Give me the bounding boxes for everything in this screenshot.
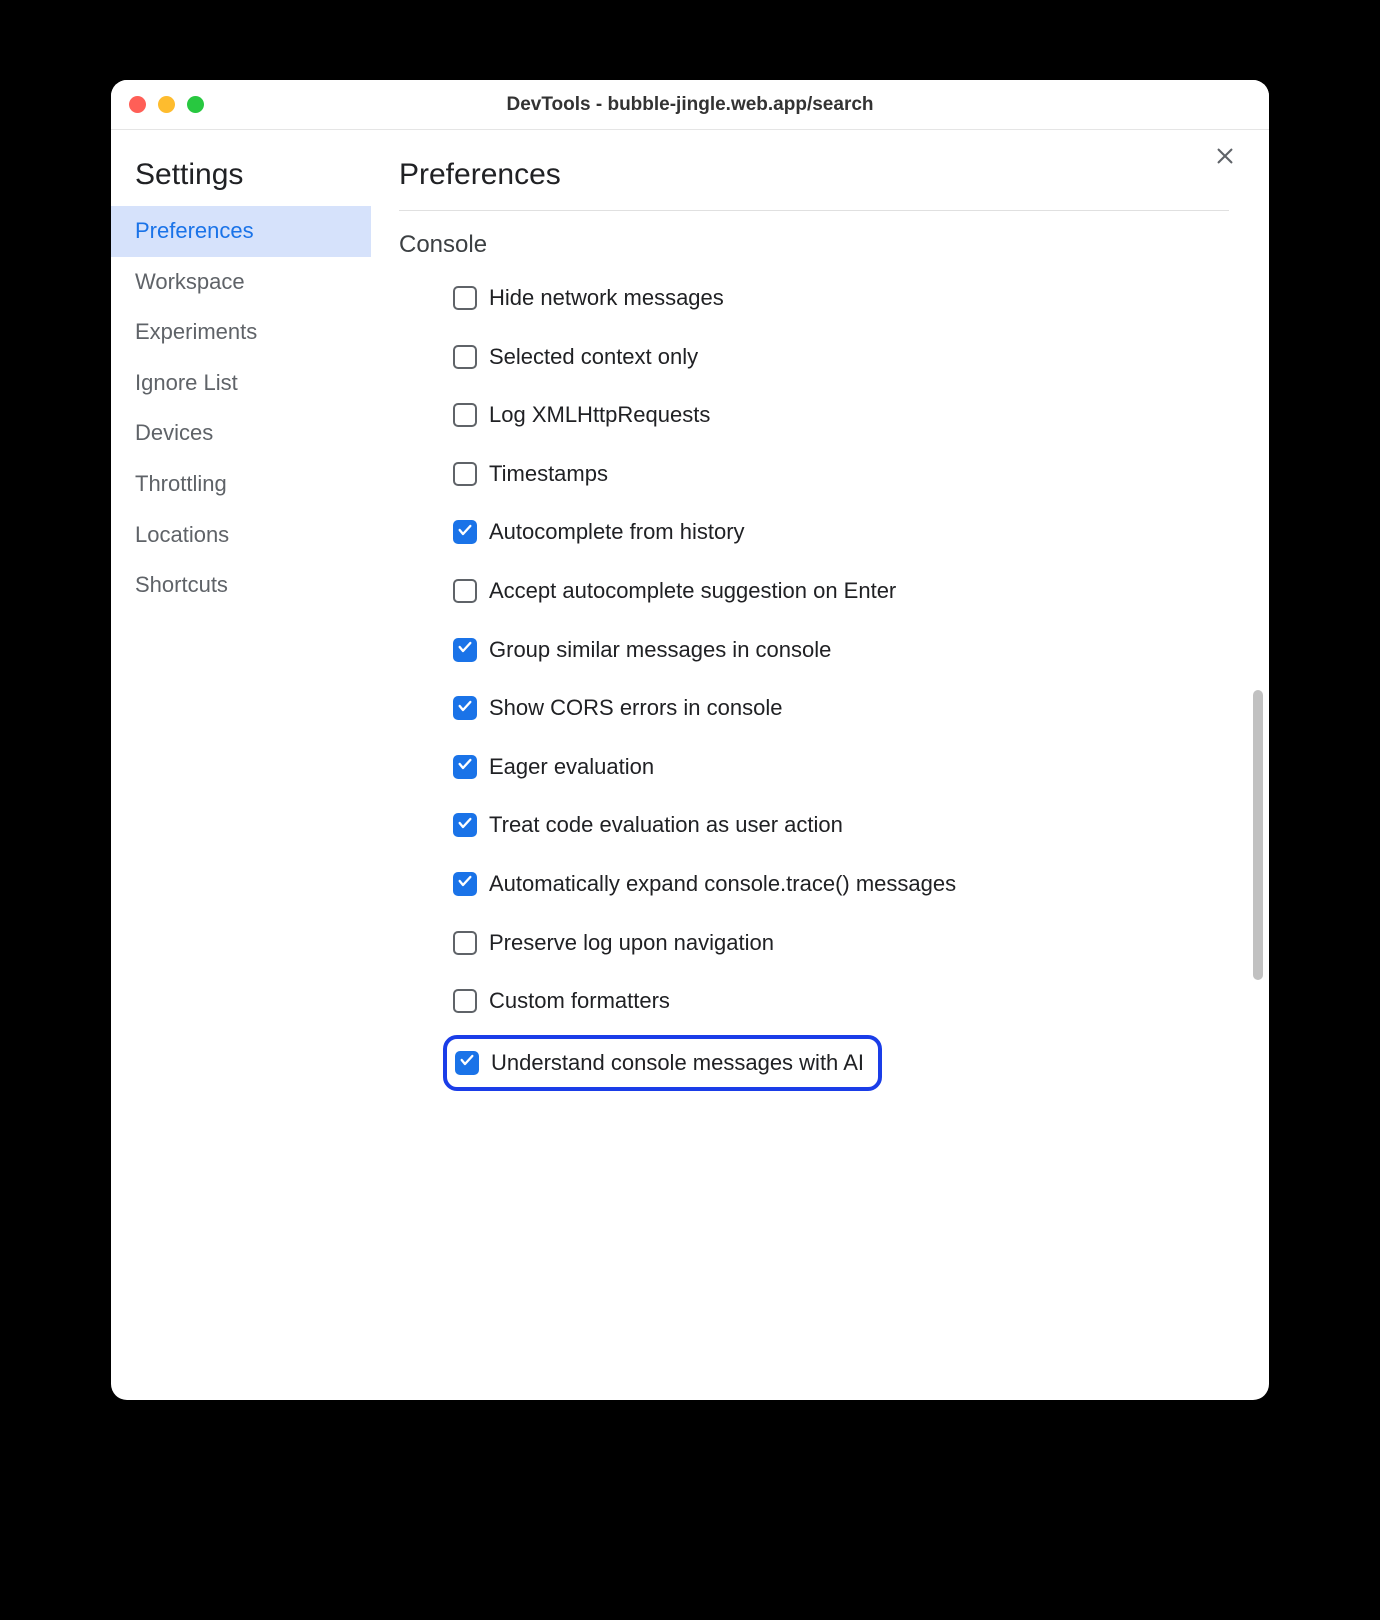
- sidebar-item-label: Ignore List: [135, 370, 238, 395]
- sidebar-item-ignore-list[interactable]: Ignore List: [111, 358, 371, 409]
- option-row[interactable]: Eager evaluation: [453, 738, 1199, 797]
- sidebar-item-shortcuts[interactable]: Shortcuts: [111, 560, 371, 611]
- option-label: Preserve log upon navigation: [489, 929, 774, 958]
- window-zoom-button[interactable]: [187, 96, 204, 113]
- checkmark-icon: [457, 815, 473, 836]
- page-title: Preferences: [399, 158, 1229, 211]
- option-checkbox[interactable]: [455, 1051, 479, 1075]
- sidebar-item-label: Devices: [135, 420, 213, 445]
- option-label: Timestamps: [489, 460, 608, 489]
- sidebar-item-label: Preferences: [135, 218, 254, 243]
- sidebar-items: Preferences Workspace Experiments Ignore Li…: [111, 206, 371, 611]
- sidebar-item-experiments[interactable]: Experiments: [111, 307, 371, 358]
- checkmark-icon: [457, 698, 473, 719]
- option-row[interactable]: Automatically expand console.trace() mes…: [453, 855, 1199, 914]
- checkmark-icon: [457, 639, 473, 660]
- option-checkbox[interactable]: [453, 638, 477, 662]
- option-checkbox[interactable]: [453, 403, 477, 427]
- option-row[interactable]: Autocomplete from history: [453, 503, 1199, 562]
- option-label: Selected context only: [489, 343, 698, 372]
- sidebar-title: Settings: [111, 158, 371, 206]
- option-checkbox[interactable]: [453, 872, 477, 896]
- option-row[interactable]: Show CORS errors in console: [453, 679, 1199, 738]
- checkmark-icon: [457, 756, 473, 777]
- option-checkbox[interactable]: [453, 755, 477, 779]
- option-checkbox[interactable]: [453, 579, 477, 603]
- option-checkbox[interactable]: [453, 520, 477, 544]
- traffic-lights: [129, 96, 204, 113]
- option-row[interactable]: Custom formatters: [453, 972, 1199, 1031]
- window-close-button[interactable]: [129, 96, 146, 113]
- option-checkbox[interactable]: [453, 462, 477, 486]
- option-row[interactable]: Treat code evaluation as user action: [453, 796, 1199, 855]
- section-title: Console: [399, 211, 1229, 269]
- option-label: Show CORS errors in console: [489, 694, 782, 723]
- sidebar-item-workspace[interactable]: Workspace: [111, 257, 371, 308]
- option-label: Group similar messages in console: [489, 636, 831, 665]
- option-label: Log XMLHttpRequests: [489, 401, 710, 430]
- sidebar-item-label: Throttling: [135, 471, 227, 496]
- close-icon: [1214, 145, 1236, 172]
- checkmark-icon: [457, 873, 473, 894]
- sidebar-item-devices[interactable]: Devices: [111, 408, 371, 459]
- option-label: Accept autocomplete suggestion on Enter: [489, 577, 896, 606]
- sidebar-item-throttling[interactable]: Throttling: [111, 459, 371, 510]
- settings-close-button[interactable]: [1211, 144, 1239, 172]
- option-row[interactable]: Understand console messages with AI: [443, 1035, 882, 1092]
- sidebar-item-label: Workspace: [135, 269, 245, 294]
- option-checkbox[interactable]: [453, 286, 477, 310]
- sidebar-item-preferences[interactable]: Preferences: [111, 206, 371, 257]
- window-title: DevTools - bubble-jingle.web.app/search: [111, 94, 1269, 116]
- scrollbar-track[interactable]: [1251, 210, 1265, 1390]
- devtools-window: DevTools - bubble-jingle.web.app/search …: [111, 80, 1269, 1400]
- option-label: Autocomplete from history: [489, 518, 745, 547]
- option-label: Eager evaluation: [489, 753, 654, 782]
- sidebar-item-label: Shortcuts: [135, 572, 228, 597]
- sidebar-item-locations[interactable]: Locations: [111, 510, 371, 561]
- option-checkbox[interactable]: [453, 989, 477, 1013]
- window-minimize-button[interactable]: [158, 96, 175, 113]
- option-row[interactable]: Accept autocomplete suggestion on Enter: [453, 562, 1199, 621]
- option-label: Understand console messages with AI: [491, 1049, 864, 1078]
- option-checkbox[interactable]: [453, 345, 477, 369]
- main-panel: Preferences Console Hide network message…: [371, 130, 1269, 1400]
- sidebar: Settings Preferences Workspace Experiments…: [111, 130, 371, 1400]
- option-row[interactable]: Group similar messages in console: [453, 621, 1199, 680]
- option-row[interactable]: Timestamps: [453, 445, 1199, 504]
- option-row[interactable]: Selected context only: [453, 328, 1199, 387]
- option-label: Custom formatters: [489, 987, 670, 1016]
- content-area: Settings Preferences Workspace Experiments…: [111, 130, 1269, 1400]
- option-checkbox[interactable]: [453, 813, 477, 837]
- option-label: Hide network messages: [489, 284, 724, 313]
- sidebar-item-label: Locations: [135, 522, 229, 547]
- scrollbar-thumb[interactable]: [1253, 690, 1263, 980]
- checkmark-icon: [459, 1052, 475, 1073]
- option-label: Automatically expand console.trace() mes…: [489, 870, 956, 899]
- checkmark-icon: [457, 522, 473, 543]
- option-label: Treat code evaluation as user action: [489, 811, 843, 840]
- sidebar-item-label: Experiments: [135, 319, 257, 344]
- titlebar: DevTools - bubble-jingle.web.app/search: [111, 80, 1269, 130]
- option-checkbox[interactable]: [453, 696, 477, 720]
- option-row[interactable]: Preserve log upon navigation: [453, 914, 1199, 973]
- option-checkbox[interactable]: [453, 931, 477, 955]
- option-row[interactable]: Hide network messages: [453, 269, 1199, 328]
- option-row[interactable]: Log XMLHttpRequests: [453, 386, 1199, 445]
- options-list: Hide network messages Selected context on…: [399, 269, 1229, 1091]
